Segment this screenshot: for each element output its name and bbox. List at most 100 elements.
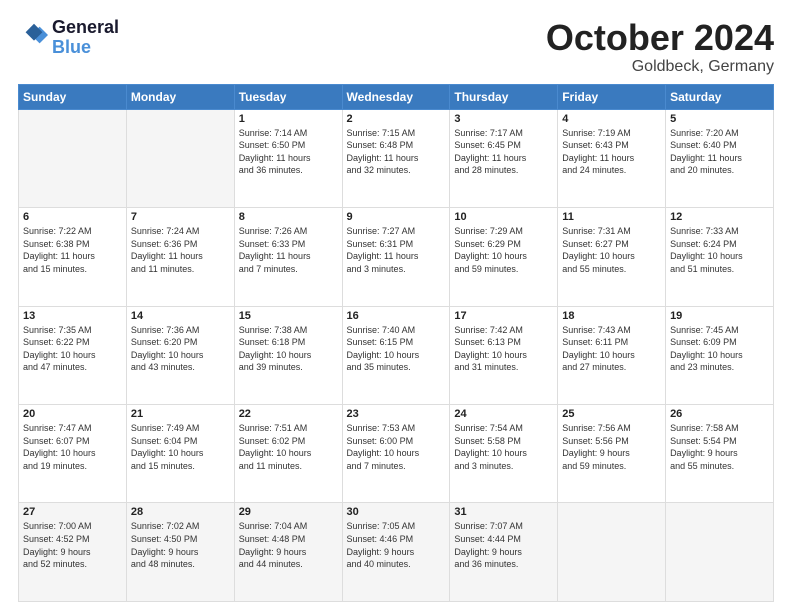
calendar-cell: 7 Sunrise: 7:24 AM Sunset: 6:36 PM Daylig… bbox=[126, 208, 234, 306]
calendar-cell: 6Sunrise: 7:22 AM Sunset: 6:38 PM Daylig… bbox=[19, 208, 127, 306]
month-title: October 2024 bbox=[546, 18, 774, 58]
calendar-cell: 1 Sunrise: 7:14 AM Sunset: 6:50 PM Daylig… bbox=[234, 109, 342, 207]
calendar-week-row: 1 Sunrise: 7:14 AM Sunset: 6:50 PM Daylig… bbox=[19, 109, 774, 207]
day-info: Sunrise: 7:14 AM Sunset: 6:50 PM Dayligh… bbox=[239, 127, 338, 177]
calendar-cell: 26 Sunrise: 7:58 AM Sunset: 5:54 PM Dayli… bbox=[666, 405, 774, 503]
logo-blue: Blue bbox=[52, 38, 119, 58]
day-info: Sunrise: 7:07 AM Sunset: 4:44 PM Dayligh… bbox=[454, 520, 553, 570]
day-info: Sunrise: 7:47 AM Sunset: 6:07 PM Dayligh… bbox=[23, 422, 122, 472]
day-number: 4 bbox=[562, 113, 661, 125]
calendar-table: SundayMondayTuesdayWednesdayThursdayFrid… bbox=[18, 84, 774, 602]
day-info: Sunrise: 7:29 AM Sunset: 6:29 PM Dayligh… bbox=[454, 225, 553, 275]
day-number: 30 bbox=[347, 506, 446, 518]
day-info: Sunrise: 7:19 AM Sunset: 6:43 PM Dayligh… bbox=[562, 127, 661, 177]
day-number: 3 bbox=[454, 113, 553, 125]
calendar-cell: 4 Sunrise: 7:19 AM Sunset: 6:43 PM Daylig… bbox=[558, 109, 666, 207]
logo-icon bbox=[20, 21, 48, 49]
calendar-cell: 8Sunrise: 7:26 AM Sunset: 6:33 PM Daylig… bbox=[234, 208, 342, 306]
calendar-cell: 15Sunrise: 7:38 AM Sunset: 6:18 PM Dayli… bbox=[234, 306, 342, 404]
day-info: Sunrise: 7:24 AM Sunset: 6:36 PM Dayligh… bbox=[131, 225, 230, 275]
day-info: Sunrise: 7:58 AM Sunset: 5:54 PM Dayligh… bbox=[670, 422, 769, 472]
day-number: 18 bbox=[562, 310, 661, 322]
calendar-cell bbox=[19, 109, 127, 207]
day-number: 27 bbox=[23, 506, 122, 518]
weekday-header-tuesday: Tuesday bbox=[234, 84, 342, 109]
calendar-cell: 31Sunrise: 7:07 AM Sunset: 4:44 PM Dayli… bbox=[450, 503, 558, 602]
day-number: 8 bbox=[239, 211, 338, 223]
day-number: 19 bbox=[670, 310, 769, 322]
calendar-cell: 2 Sunrise: 7:15 AM Sunset: 6:48 PM Daylig… bbox=[342, 109, 450, 207]
day-number: 24 bbox=[454, 408, 553, 420]
calendar-cell: 10 Sunrise: 7:29 AM Sunset: 6:29 PM Dayli… bbox=[450, 208, 558, 306]
calendar-week-row: 20 Sunrise: 7:47 AM Sunset: 6:07 PM Dayli… bbox=[19, 405, 774, 503]
day-number: 20 bbox=[23, 408, 122, 420]
calendar-cell: 30 Sunrise: 7:05 AM Sunset: 4:46 PM Dayli… bbox=[342, 503, 450, 602]
day-number: 1 bbox=[239, 113, 338, 125]
weekday-header-saturday: Saturday bbox=[666, 84, 774, 109]
calendar-cell: 16 Sunrise: 7:40 AM Sunset: 6:15 PM Dayli… bbox=[342, 306, 450, 404]
weekday-header-row: SundayMondayTuesdayWednesdayThursdayFrid… bbox=[19, 84, 774, 109]
day-info: Sunrise: 7:45 AM Sunset: 6:09 PM Dayligh… bbox=[670, 324, 769, 374]
header: General Blue October 2024 Goldbeck, Germ… bbox=[18, 18, 774, 76]
weekday-header-friday: Friday bbox=[558, 84, 666, 109]
day-info: Sunrise: 7:22 AM Sunset: 6:38 PM Dayligh… bbox=[23, 225, 122, 275]
calendar-cell: 12Sunrise: 7:33 AM Sunset: 6:24 PM Dayli… bbox=[666, 208, 774, 306]
day-info: Sunrise: 7:36 AM Sunset: 6:20 PM Dayligh… bbox=[131, 324, 230, 374]
day-number: 7 bbox=[131, 211, 230, 223]
day-info: Sunrise: 7:51 AM Sunset: 6:02 PM Dayligh… bbox=[239, 422, 338, 472]
title-block: October 2024 Goldbeck, Germany bbox=[546, 18, 774, 76]
calendar-cell: 20 Sunrise: 7:47 AM Sunset: 6:07 PM Dayli… bbox=[19, 405, 127, 503]
day-info: Sunrise: 7:54 AM Sunset: 5:58 PM Dayligh… bbox=[454, 422, 553, 472]
day-number: 13 bbox=[23, 310, 122, 322]
weekday-header-wednesday: Wednesday bbox=[342, 84, 450, 109]
day-info: Sunrise: 7:31 AM Sunset: 6:27 PM Dayligh… bbox=[562, 225, 661, 275]
day-number: 29 bbox=[239, 506, 338, 518]
logo: General Blue bbox=[18, 18, 119, 58]
day-info: Sunrise: 7:04 AM Sunset: 4:48 PM Dayligh… bbox=[239, 520, 338, 570]
day-info: Sunrise: 7:33 AM Sunset: 6:24 PM Dayligh… bbox=[670, 225, 769, 275]
calendar-cell: 23Sunrise: 7:53 AM Sunset: 6:00 PM Dayli… bbox=[342, 405, 450, 503]
day-number: 5 bbox=[670, 113, 769, 125]
day-number: 11 bbox=[562, 211, 661, 223]
day-info: Sunrise: 7:02 AM Sunset: 4:50 PM Dayligh… bbox=[131, 520, 230, 570]
day-info: Sunrise: 7:15 AM Sunset: 6:48 PM Dayligh… bbox=[347, 127, 446, 177]
day-info: Sunrise: 7:05 AM Sunset: 4:46 PM Dayligh… bbox=[347, 520, 446, 570]
day-info: Sunrise: 7:49 AM Sunset: 6:04 PM Dayligh… bbox=[131, 422, 230, 472]
day-number: 10 bbox=[454, 211, 553, 223]
day-info: Sunrise: 7:20 AM Sunset: 6:40 PM Dayligh… bbox=[670, 127, 769, 177]
day-info: Sunrise: 7:43 AM Sunset: 6:11 PM Dayligh… bbox=[562, 324, 661, 374]
calendar-cell: 13 Sunrise: 7:35 AM Sunset: 6:22 PM Dayli… bbox=[19, 306, 127, 404]
day-info: Sunrise: 7:38 AM Sunset: 6:18 PM Dayligh… bbox=[239, 324, 338, 374]
location-subtitle: Goldbeck, Germany bbox=[546, 58, 774, 76]
calendar-cell: 3 Sunrise: 7:17 AM Sunset: 6:45 PM Daylig… bbox=[450, 109, 558, 207]
logo-general: General bbox=[52, 18, 119, 38]
day-number: 21 bbox=[131, 408, 230, 420]
calendar-week-row: 13 Sunrise: 7:35 AM Sunset: 6:22 PM Dayli… bbox=[19, 306, 774, 404]
day-number: 16 bbox=[347, 310, 446, 322]
calendar-cell: 5 Sunrise: 7:20 AM Sunset: 6:40 PM Daylig… bbox=[666, 109, 774, 207]
weekday-header-monday: Monday bbox=[126, 84, 234, 109]
calendar-cell: 27Sunrise: 7:00 AM Sunset: 4:52 PM Dayli… bbox=[19, 503, 127, 602]
day-info: Sunrise: 7:17 AM Sunset: 6:45 PM Dayligh… bbox=[454, 127, 553, 177]
calendar-cell: 17 Sunrise: 7:42 AM Sunset: 6:13 PM Dayli… bbox=[450, 306, 558, 404]
day-number: 2 bbox=[347, 113, 446, 125]
day-info: Sunrise: 7:35 AM Sunset: 6:22 PM Dayligh… bbox=[23, 324, 122, 374]
day-info: Sunrise: 7:53 AM Sunset: 6:00 PM Dayligh… bbox=[347, 422, 446, 472]
day-info: Sunrise: 7:27 AM Sunset: 6:31 PM Dayligh… bbox=[347, 225, 446, 275]
day-number: 28 bbox=[131, 506, 230, 518]
calendar-cell: 28 Sunrise: 7:02 AM Sunset: 4:50 PM Dayli… bbox=[126, 503, 234, 602]
calendar-cell: 18 Sunrise: 7:43 AM Sunset: 6:11 PM Dayli… bbox=[558, 306, 666, 404]
calendar-cell bbox=[666, 503, 774, 602]
day-info: Sunrise: 7:42 AM Sunset: 6:13 PM Dayligh… bbox=[454, 324, 553, 374]
calendar-cell: 14Sunrise: 7:36 AM Sunset: 6:20 PM Dayli… bbox=[126, 306, 234, 404]
calendar-cell: 29 Sunrise: 7:04 AM Sunset: 4:48 PM Dayli… bbox=[234, 503, 342, 602]
calendar-cell: 19 Sunrise: 7:45 AM Sunset: 6:09 PM Dayli… bbox=[666, 306, 774, 404]
calendar-cell: 9 Sunrise: 7:27 AM Sunset: 6:31 PM Daylig… bbox=[342, 208, 450, 306]
day-info: Sunrise: 7:40 AM Sunset: 6:15 PM Dayligh… bbox=[347, 324, 446, 374]
day-info: Sunrise: 7:56 AM Sunset: 5:56 PM Dayligh… bbox=[562, 422, 661, 472]
day-number: 26 bbox=[670, 408, 769, 420]
day-number: 17 bbox=[454, 310, 553, 322]
day-number: 9 bbox=[347, 211, 446, 223]
calendar-week-row: 27Sunrise: 7:00 AM Sunset: 4:52 PM Dayli… bbox=[19, 503, 774, 602]
calendar-cell: 11 Sunrise: 7:31 AM Sunset: 6:27 PM Dayli… bbox=[558, 208, 666, 306]
